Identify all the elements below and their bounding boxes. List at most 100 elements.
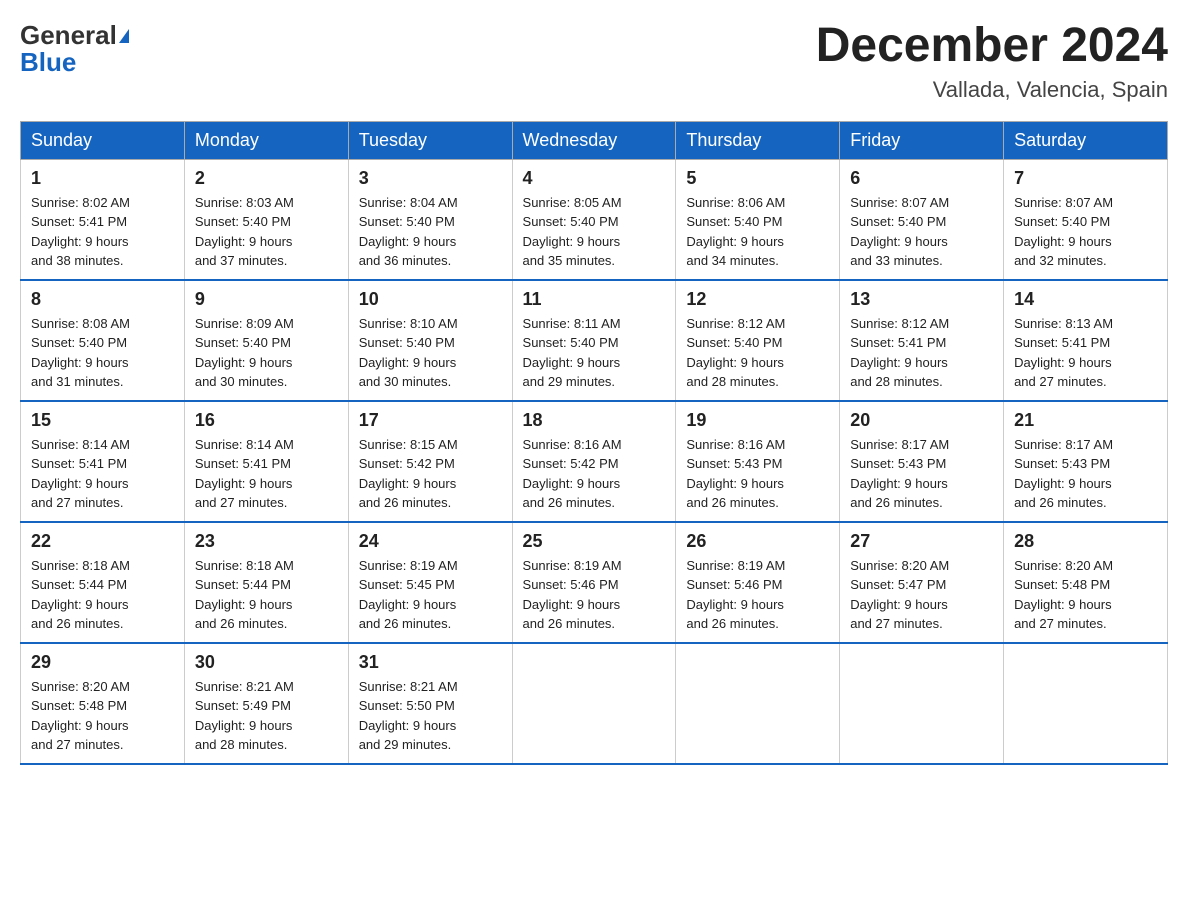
header-tuesday: Tuesday (348, 121, 512, 159)
calendar-week-row: 29 Sunrise: 8:20 AM Sunset: 5:48 PM Dayl… (21, 643, 1168, 764)
logo-blue: Blue (20, 47, 129, 78)
calendar-cell: 12 Sunrise: 8:12 AM Sunset: 5:40 PM Dayl… (676, 280, 840, 401)
calendar-cell: 21 Sunrise: 8:17 AM Sunset: 5:43 PM Dayl… (1004, 401, 1168, 522)
day-info: Sunrise: 8:19 AM Sunset: 5:46 PM Dayligh… (523, 556, 666, 634)
day-info: Sunrise: 8:16 AM Sunset: 5:43 PM Dayligh… (686, 435, 829, 513)
day-info: Sunrise: 8:21 AM Sunset: 5:49 PM Dayligh… (195, 677, 338, 755)
header-saturday: Saturday (1004, 121, 1168, 159)
day-info: Sunrise: 8:18 AM Sunset: 5:44 PM Dayligh… (31, 556, 174, 634)
calendar-week-row: 22 Sunrise: 8:18 AM Sunset: 5:44 PM Dayl… (21, 522, 1168, 643)
logo-triangle-icon (119, 29, 129, 43)
day-info: Sunrise: 8:12 AM Sunset: 5:40 PM Dayligh… (686, 314, 829, 392)
calendar-cell: 8 Sunrise: 8:08 AM Sunset: 5:40 PM Dayli… (21, 280, 185, 401)
day-info: Sunrise: 8:19 AM Sunset: 5:46 PM Dayligh… (686, 556, 829, 634)
day-number: 7 (1014, 168, 1157, 189)
day-number: 4 (523, 168, 666, 189)
header-thursday: Thursday (676, 121, 840, 159)
calendar-cell: 27 Sunrise: 8:20 AM Sunset: 5:47 PM Dayl… (840, 522, 1004, 643)
calendar-cell (840, 643, 1004, 764)
calendar-cell: 7 Sunrise: 8:07 AM Sunset: 5:40 PM Dayli… (1004, 159, 1168, 280)
day-info: Sunrise: 8:07 AM Sunset: 5:40 PM Dayligh… (1014, 193, 1157, 271)
day-number: 29 (31, 652, 174, 673)
day-number: 22 (31, 531, 174, 552)
day-number: 12 (686, 289, 829, 310)
calendar-week-row: 1 Sunrise: 8:02 AM Sunset: 5:41 PM Dayli… (21, 159, 1168, 280)
day-number: 27 (850, 531, 993, 552)
day-info: Sunrise: 8:15 AM Sunset: 5:42 PM Dayligh… (359, 435, 502, 513)
logo: General Blue (20, 20, 129, 78)
page-header: General Blue December 2024 Vallada, Vale… (20, 20, 1168, 103)
calendar-header-row: SundayMondayTuesdayWednesdayThursdayFrid… (21, 121, 1168, 159)
calendar-cell: 20 Sunrise: 8:17 AM Sunset: 5:43 PM Dayl… (840, 401, 1004, 522)
day-number: 21 (1014, 410, 1157, 431)
calendar-cell: 15 Sunrise: 8:14 AM Sunset: 5:41 PM Dayl… (21, 401, 185, 522)
day-info: Sunrise: 8:17 AM Sunset: 5:43 PM Dayligh… (1014, 435, 1157, 513)
day-number: 20 (850, 410, 993, 431)
day-info: Sunrise: 8:07 AM Sunset: 5:40 PM Dayligh… (850, 193, 993, 271)
calendar-table: SundayMondayTuesdayWednesdayThursdayFrid… (20, 121, 1168, 765)
calendar-cell: 19 Sunrise: 8:16 AM Sunset: 5:43 PM Dayl… (676, 401, 840, 522)
day-info: Sunrise: 8:16 AM Sunset: 5:42 PM Dayligh… (523, 435, 666, 513)
calendar-cell: 1 Sunrise: 8:02 AM Sunset: 5:41 PM Dayli… (21, 159, 185, 280)
calendar-cell: 24 Sunrise: 8:19 AM Sunset: 5:45 PM Dayl… (348, 522, 512, 643)
header-wednesday: Wednesday (512, 121, 676, 159)
calendar-week-row: 8 Sunrise: 8:08 AM Sunset: 5:40 PM Dayli… (21, 280, 1168, 401)
day-number: 25 (523, 531, 666, 552)
calendar-cell: 17 Sunrise: 8:15 AM Sunset: 5:42 PM Dayl… (348, 401, 512, 522)
day-number: 15 (31, 410, 174, 431)
day-number: 18 (523, 410, 666, 431)
calendar-cell: 29 Sunrise: 8:20 AM Sunset: 5:48 PM Dayl… (21, 643, 185, 764)
day-info: Sunrise: 8:10 AM Sunset: 5:40 PM Dayligh… (359, 314, 502, 392)
day-number: 9 (195, 289, 338, 310)
day-info: Sunrise: 8:03 AM Sunset: 5:40 PM Dayligh… (195, 193, 338, 271)
day-number: 6 (850, 168, 993, 189)
day-info: Sunrise: 8:21 AM Sunset: 5:50 PM Dayligh… (359, 677, 502, 755)
calendar-cell: 4 Sunrise: 8:05 AM Sunset: 5:40 PM Dayli… (512, 159, 676, 280)
day-number: 13 (850, 289, 993, 310)
day-info: Sunrise: 8:17 AM Sunset: 5:43 PM Dayligh… (850, 435, 993, 513)
calendar-week-row: 15 Sunrise: 8:14 AM Sunset: 5:41 PM Dayl… (21, 401, 1168, 522)
calendar-cell: 2 Sunrise: 8:03 AM Sunset: 5:40 PM Dayli… (184, 159, 348, 280)
calendar-cell (676, 643, 840, 764)
day-info: Sunrise: 8:05 AM Sunset: 5:40 PM Dayligh… (523, 193, 666, 271)
calendar-title: December 2024 (816, 20, 1168, 73)
calendar-cell: 23 Sunrise: 8:18 AM Sunset: 5:44 PM Dayl… (184, 522, 348, 643)
calendar-cell: 26 Sunrise: 8:19 AM Sunset: 5:46 PM Dayl… (676, 522, 840, 643)
calendar-cell (512, 643, 676, 764)
day-info: Sunrise: 8:13 AM Sunset: 5:41 PM Dayligh… (1014, 314, 1157, 392)
day-info: Sunrise: 8:14 AM Sunset: 5:41 PM Dayligh… (31, 435, 174, 513)
day-info: Sunrise: 8:18 AM Sunset: 5:44 PM Dayligh… (195, 556, 338, 634)
calendar-cell: 25 Sunrise: 8:19 AM Sunset: 5:46 PM Dayl… (512, 522, 676, 643)
day-number: 11 (523, 289, 666, 310)
calendar-cell: 22 Sunrise: 8:18 AM Sunset: 5:44 PM Dayl… (21, 522, 185, 643)
day-number: 1 (31, 168, 174, 189)
day-number: 8 (31, 289, 174, 310)
day-number: 26 (686, 531, 829, 552)
day-info: Sunrise: 8:20 AM Sunset: 5:48 PM Dayligh… (31, 677, 174, 755)
day-info: Sunrise: 8:02 AM Sunset: 5:41 PM Dayligh… (31, 193, 174, 271)
header-sunday: Sunday (21, 121, 185, 159)
day-info: Sunrise: 8:19 AM Sunset: 5:45 PM Dayligh… (359, 556, 502, 634)
calendar-cell: 28 Sunrise: 8:20 AM Sunset: 5:48 PM Dayl… (1004, 522, 1168, 643)
calendar-cell: 5 Sunrise: 8:06 AM Sunset: 5:40 PM Dayli… (676, 159, 840, 280)
day-info: Sunrise: 8:20 AM Sunset: 5:48 PM Dayligh… (1014, 556, 1157, 634)
day-info: Sunrise: 8:12 AM Sunset: 5:41 PM Dayligh… (850, 314, 993, 392)
calendar-cell: 14 Sunrise: 8:13 AM Sunset: 5:41 PM Dayl… (1004, 280, 1168, 401)
day-number: 14 (1014, 289, 1157, 310)
calendar-cell: 11 Sunrise: 8:11 AM Sunset: 5:40 PM Dayl… (512, 280, 676, 401)
day-number: 16 (195, 410, 338, 431)
day-info: Sunrise: 8:09 AM Sunset: 5:40 PM Dayligh… (195, 314, 338, 392)
day-number: 30 (195, 652, 338, 673)
calendar-cell: 18 Sunrise: 8:16 AM Sunset: 5:42 PM Dayl… (512, 401, 676, 522)
calendar-cell: 31 Sunrise: 8:21 AM Sunset: 5:50 PM Dayl… (348, 643, 512, 764)
calendar-cell: 3 Sunrise: 8:04 AM Sunset: 5:40 PM Dayli… (348, 159, 512, 280)
calendar-cell: 16 Sunrise: 8:14 AM Sunset: 5:41 PM Dayl… (184, 401, 348, 522)
day-number: 28 (1014, 531, 1157, 552)
day-info: Sunrise: 8:20 AM Sunset: 5:47 PM Dayligh… (850, 556, 993, 634)
day-number: 3 (359, 168, 502, 189)
day-number: 17 (359, 410, 502, 431)
day-number: 31 (359, 652, 502, 673)
header-monday: Monday (184, 121, 348, 159)
day-number: 2 (195, 168, 338, 189)
calendar-cell: 6 Sunrise: 8:07 AM Sunset: 5:40 PM Dayli… (840, 159, 1004, 280)
